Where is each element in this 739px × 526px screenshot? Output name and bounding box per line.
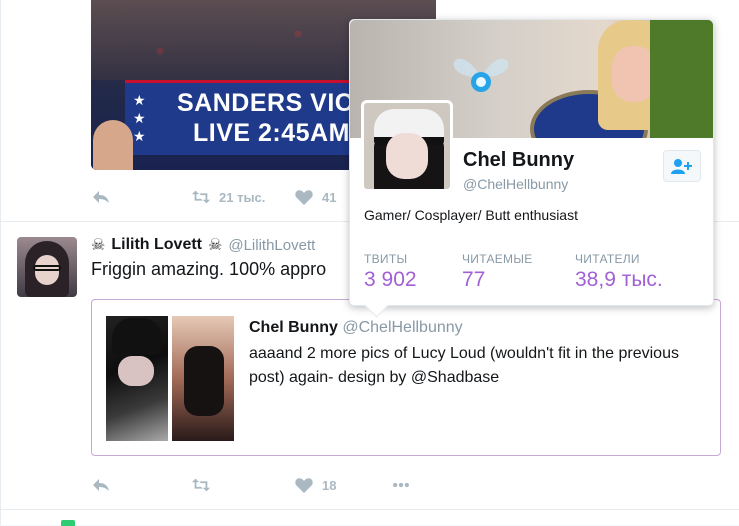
follow-button[interactable] — [663, 150, 701, 182]
reply-icon — [93, 191, 109, 203]
profile-bio: Gamer/ Cosplayer/ Butt enthusiast — [364, 207, 578, 223]
quoted-image-1[interactable] — [106, 316, 168, 441]
quoted-image-2[interactable] — [172, 316, 234, 441]
tweet-author: ☠ Lilith Lovett ☠ @LilithLovett — [91, 235, 315, 255]
quoted-tweet[interactable]: Chel Bunny @ChelHellbunny aaaand 2 more … — [91, 299, 721, 456]
retweet-icon — [191, 190, 211, 204]
profile-name[interactable]: Chel Bunny — [463, 149, 574, 172]
more-icon — [393, 482, 409, 488]
news-banner-line1: SANDERS VICT — [177, 89, 370, 117]
quoted-author-handle: @ChelHellbunny — [342, 319, 463, 336]
follow-icon — [671, 159, 692, 174]
more-button[interactable] — [391, 476, 411, 494]
skull-icon: ☠ — [208, 237, 223, 254]
author-name[interactable]: Lilith Lovett — [111, 236, 202, 254]
retweet-icon — [191, 478, 211, 492]
stat-tweets[interactable]: ТВИТЫ 3 902 — [364, 252, 417, 292]
like-icon — [295, 478, 313, 493]
author-handle[interactable]: @LilithLovett — [228, 237, 315, 254]
previous-tweet-actions: 21 тыс. 41 — [91, 187, 391, 207]
reply-icon — [93, 479, 109, 491]
like-icon — [295, 190, 313, 205]
like-count: 18 — [322, 477, 337, 493]
tweet-divider — [1, 509, 739, 510]
fairy-graphic — [453, 58, 509, 92]
stat-label: ТВИТЫ — [364, 252, 408, 266]
quoted-author: Chel Bunny @ChelHellbunny — [249, 319, 463, 337]
stat-label: ЧИТАТЕЛИ — [575, 252, 640, 266]
avatar[interactable] — [17, 237, 77, 297]
stat-followers[interactable]: ЧИТАТЕЛИ 38,9 тыс. — [575, 252, 663, 292]
stat-label: ЧИТАЕМЫЕ — [462, 252, 533, 266]
reply-button[interactable] — [91, 188, 111, 206]
profile-handle[interactable]: @ChelHellbunny — [463, 176, 568, 192]
retweet-button[interactable]: 21 тыс. — [191, 188, 265, 206]
skull-icon: ☠ — [91, 237, 106, 254]
stat-following[interactable]: ЧИТАЕМЫЕ 77 — [462, 252, 533, 292]
like-button[interactable]: 18 — [294, 476, 336, 494]
like-button[interactable]: 41 — [294, 188, 336, 206]
profile-avatar[interactable] — [361, 100, 453, 192]
retweet-button[interactable] — [191, 476, 211, 494]
news-banner-line2: LIVE 2:45AM — [193, 119, 350, 147]
like-count: 41 — [322, 189, 337, 205]
retweet-count: 21 тыс. — [219, 189, 266, 205]
stat-value: 38,9 тыс. — [575, 268, 663, 291]
quoted-author-name: Chel Bunny — [249, 319, 338, 336]
reply-button[interactable] — [91, 476, 111, 494]
stat-value: 3 902 — [364, 268, 417, 291]
profile-hover-card: Chel Bunny @ChelHellbunny Gamer/ Cosplay… — [349, 19, 714, 318]
stat-value: 77 — [462, 268, 486, 291]
tweet-text: Friggin amazing. 100% appro — [91, 259, 327, 279]
quoted-text: aaaand 2 more pics of Lucy Loud (wouldn'… — [249, 345, 679, 386]
tweet-actions: 18 — [91, 475, 431, 495]
